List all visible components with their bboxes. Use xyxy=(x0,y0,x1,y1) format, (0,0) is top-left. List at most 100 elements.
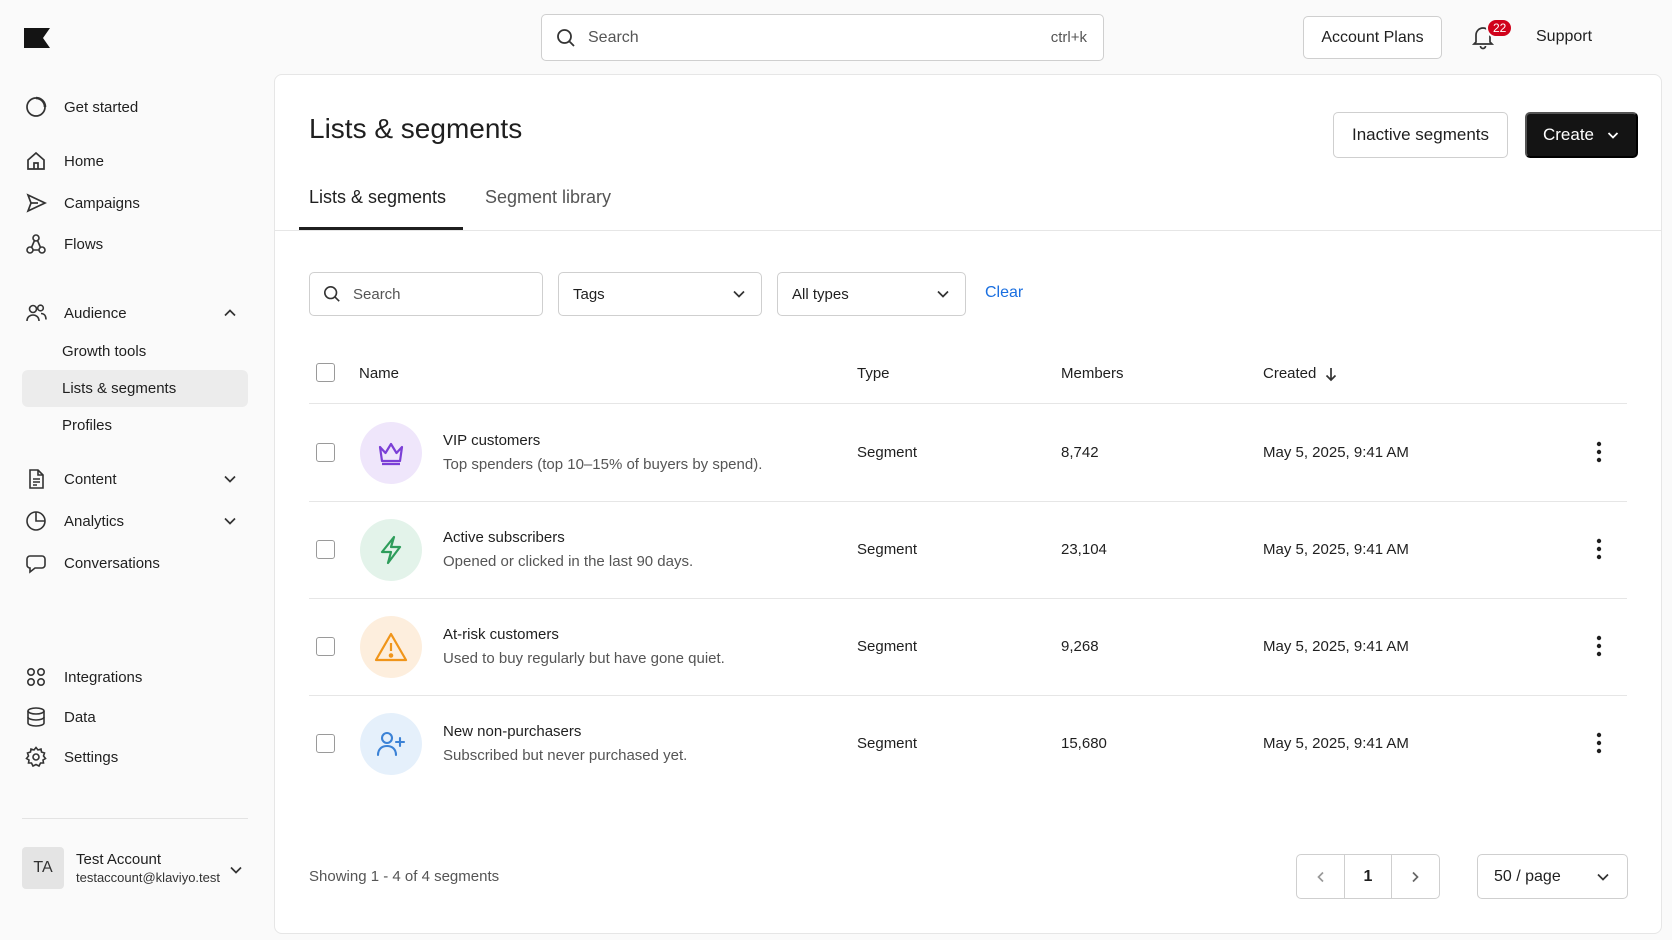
chevron-down-icon xyxy=(1607,132,1619,139)
segment-description: Opened or clicked in the last 90 days. xyxy=(443,553,694,570)
sidebar-item-get-started[interactable]: Get started xyxy=(22,88,248,126)
column-header-members[interactable]: Members xyxy=(1061,365,1124,382)
chevron-right-icon xyxy=(1412,871,1420,882)
audience-icon xyxy=(24,301,48,325)
sidebar-item-conversations[interactable]: Conversations xyxy=(22,544,248,582)
home-icon xyxy=(24,149,48,173)
account-plans-button[interactable]: Account Plans xyxy=(1303,16,1442,59)
page-title: Lists & segments xyxy=(309,113,523,144)
pagination: 1 xyxy=(1296,854,1440,899)
segment-name[interactable]: VIP customers xyxy=(443,432,540,449)
search-placeholder: Search xyxy=(353,285,401,303)
klaviyo-logo[interactable] xyxy=(24,28,50,48)
sidebar-label: Content xyxy=(64,470,117,488)
table-row[interactable]: VIP customers Top spenders (top 10–15% o… xyxy=(309,405,1627,502)
search-shortcut: ctrl+k xyxy=(1050,29,1087,46)
column-header-created[interactable]: Created xyxy=(1263,365,1338,382)
next-page-button[interactable] xyxy=(1392,855,1439,898)
segment-name[interactable]: New non-purchasers xyxy=(443,723,581,740)
avatar: TA xyxy=(22,847,64,889)
more-options-icon[interactable] xyxy=(1589,440,1609,464)
segment-name[interactable]: At-risk customers xyxy=(443,626,559,643)
chevron-down-icon xyxy=(937,290,949,298)
segment-created: May 5, 2025, 9:41 AM xyxy=(1263,638,1409,655)
sidebar-item-integrations[interactable]: Integrations xyxy=(22,658,248,696)
chevron-down-icon xyxy=(228,862,244,878)
inactive-segments-button[interactable]: Inactive segments xyxy=(1333,112,1508,158)
pagination-summary: Showing 1 - 4 of 4 segments xyxy=(309,868,500,885)
sidebar-item-data[interactable]: Data xyxy=(22,698,248,736)
sidebar-item-lists-segments[interactable]: Lists & segments xyxy=(22,370,248,407)
account-email: testaccount@klaviyo.test xyxy=(76,870,220,885)
row-checkbox[interactable] xyxy=(316,734,335,753)
sidebar-item-campaigns[interactable]: Campaigns xyxy=(22,184,248,222)
segment-name[interactable]: Active subscribers xyxy=(443,529,565,546)
sidebar-label: Conversations xyxy=(64,554,160,572)
sidebar-label: Get started xyxy=(64,98,139,116)
more-options-icon[interactable] xyxy=(1589,634,1609,658)
tab-bar: Lists & segments Segment library xyxy=(275,175,1661,231)
sidebar-item-profiles[interactable]: Profiles xyxy=(22,407,248,444)
sidebar-label: Campaigns xyxy=(64,194,140,212)
lightning-icon xyxy=(360,519,422,581)
row-checkbox[interactable] xyxy=(316,540,335,559)
table-header: Name Type Members Created xyxy=(309,340,1627,404)
database-icon xyxy=(24,705,48,729)
sidebar-item-home[interactable]: Home xyxy=(22,142,248,180)
tags-dropdown-value: Tags xyxy=(573,285,605,303)
table-row[interactable]: At-risk customers Used to buy regularly … xyxy=(309,599,1627,696)
global-search-input[interactable]: Search ctrl+k xyxy=(541,14,1104,61)
chevron-down-icon xyxy=(733,290,745,298)
sidebar-item-content[interactable]: Content xyxy=(22,460,248,498)
send-icon xyxy=(24,191,48,215)
account-name: Test Account xyxy=(76,851,162,868)
pie-chart-icon xyxy=(24,509,48,533)
chevron-down-icon xyxy=(222,513,238,529)
sidebar-label: Data xyxy=(64,708,96,726)
tab-lists-segments[interactable]: Lists & segments xyxy=(309,187,446,231)
support-link[interactable]: Support xyxy=(1536,28,1592,46)
column-header-type[interactable]: Type xyxy=(857,365,890,382)
segment-description: Used to buy regularly but have gone quie… xyxy=(443,650,725,667)
segments-search-input[interactable]: Search xyxy=(309,272,543,316)
column-header-created-label: Created xyxy=(1263,365,1317,382)
warning-icon xyxy=(360,616,422,678)
clear-filters-link[interactable]: Clear xyxy=(985,284,1023,302)
sidebar-label: Analytics xyxy=(64,512,125,530)
search-placeholder: Search xyxy=(588,28,639,46)
more-options-icon[interactable] xyxy=(1589,537,1609,561)
segment-type: Segment xyxy=(857,541,918,558)
page-number-button[interactable]: 1 xyxy=(1344,855,1392,898)
tab-segment-library[interactable]: Segment library xyxy=(485,187,611,231)
progress-circle-icon xyxy=(24,95,48,119)
create-button-label: Create xyxy=(1542,125,1595,144)
sort-descending-icon xyxy=(1326,367,1337,381)
previous-page-button[interactable] xyxy=(1297,855,1344,898)
segment-members: 9,268 xyxy=(1061,638,1099,655)
sidebar-label: Home xyxy=(64,152,105,170)
row-checkbox[interactable] xyxy=(316,443,335,462)
create-button[interactable]: Create xyxy=(1525,112,1638,158)
types-dropdown[interactable]: All types xyxy=(777,272,966,316)
sidebar-label: Flows xyxy=(64,235,104,253)
segment-created: May 5, 2025, 9:41 AM xyxy=(1263,541,1409,558)
select-all-checkbox[interactable] xyxy=(316,363,335,382)
table-row[interactable]: New non-purchasers Subscribed but never … xyxy=(309,696,1627,793)
account-switcher[interactable]: TA Test Account testaccount@klaviyo.test xyxy=(22,846,252,890)
segment-created: May 5, 2025, 9:41 AM xyxy=(1263,735,1409,752)
page-size-dropdown[interactable]: 50 / page xyxy=(1477,854,1628,899)
column-header-name[interactable]: Name xyxy=(359,365,399,382)
row-checkbox[interactable] xyxy=(316,637,335,656)
sidebar-item-flows[interactable]: Flows xyxy=(22,225,248,263)
gear-icon xyxy=(24,745,48,769)
table-row[interactable]: Active subscribers Opened or clicked in … xyxy=(309,502,1627,599)
sidebar-item-growth-tools[interactable]: Growth tools xyxy=(22,333,248,370)
notification-count-badge: 22 xyxy=(1486,18,1514,38)
segment-description: Subscribed but never purchased yet. xyxy=(443,747,688,764)
search-icon xyxy=(323,285,341,303)
more-options-icon[interactable] xyxy=(1589,731,1609,755)
sidebar-item-settings[interactable]: Settings xyxy=(22,738,248,776)
sidebar-item-audience[interactable]: Audience xyxy=(22,294,248,332)
sidebar-item-analytics[interactable]: Analytics xyxy=(22,502,248,540)
tags-dropdown[interactable]: Tags xyxy=(558,272,762,316)
